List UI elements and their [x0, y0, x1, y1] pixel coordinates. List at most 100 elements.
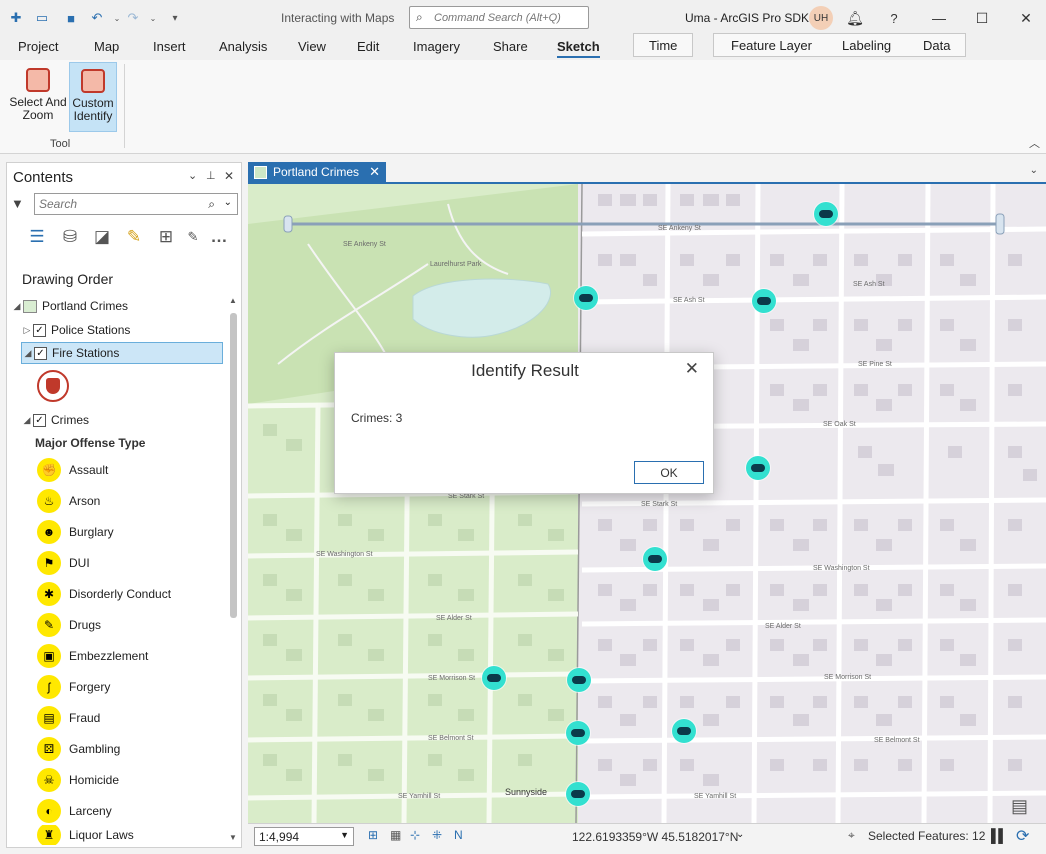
tab-data[interactable]: Data: [923, 38, 950, 53]
scroll-up-icon[interactable]: ▲: [229, 296, 237, 305]
crime-marker[interactable]: [746, 456, 770, 480]
tab-feature-layer[interactable]: Feature Layer: [731, 38, 812, 53]
undo-icon[interactable]: ↶: [88, 9, 106, 27]
list-by-editing-icon[interactable]: ✎: [122, 225, 146, 249]
constraints-icon[interactable]: ⁜: [432, 828, 442, 842]
legend-label: Disorderly Conduct: [69, 587, 172, 601]
tab-labeling[interactable]: Labeling: [842, 38, 891, 53]
custom-identify-button[interactable]: Custom Identify: [69, 62, 117, 132]
selection-icon[interactable]: ⌖: [848, 828, 855, 843]
custom-identify-label: Custom Identify: [72, 96, 114, 123]
chevron-down-icon[interactable]: ⌄: [224, 197, 232, 208]
chevron-down-icon[interactable]: ⌄: [736, 829, 744, 840]
street-label: SE Washington St: [813, 565, 870, 572]
scroll-down-icon[interactable]: ▼: [229, 833, 237, 842]
save-icon[interactable]: ■: [62, 9, 80, 27]
command-search-input[interactable]: ⌕ Command Search (Alt+Q): [409, 6, 589, 29]
tree-item-fire-stations[interactable]: ◢ ✓ Fire Stations: [21, 342, 223, 364]
filter-icon[interactable]: ▼: [11, 196, 24, 211]
layer-visibility-checkbox[interactable]: ✓: [33, 323, 46, 337]
car-icon: [487, 674, 501, 682]
chevron-down-icon[interactable]: ⌄: [1030, 165, 1038, 176]
pane-options-icon[interactable]: ⌄: [188, 169, 197, 182]
collapse-ribbon-icon[interactable]: ︿: [1029, 135, 1040, 151]
contents-search-input[interactable]: ⌕ ⌄: [34, 193, 238, 215]
crime-marker[interactable]: [566, 721, 590, 745]
crime-marker[interactable]: [643, 547, 667, 571]
selected-features-count[interactable]: Selected Features: 12: [868, 829, 985, 843]
customize-toolbar-icon[interactable]: ▾: [166, 9, 184, 27]
list-by-source-icon[interactable]: ⛁: [58, 225, 82, 249]
close-icon[interactable]: ✕: [1016, 8, 1036, 28]
tree-item-crimes[interactable]: ◢ ✓ Crimes: [21, 409, 239, 431]
crime-marker[interactable]: [752, 289, 776, 313]
tab-map[interactable]: Map: [94, 39, 119, 54]
crime-marker[interactable]: [567, 668, 591, 692]
map-icon: [23, 299, 37, 313]
minimize-icon[interactable]: —: [929, 8, 949, 28]
pin-icon[interactable]: ⊥: [206, 169, 216, 182]
expand-icon[interactable]: ▷: [21, 325, 33, 336]
search-icon: ⌕: [208, 197, 215, 211]
scale-dropdown[interactable]: 1:4,994 ▼: [254, 827, 354, 846]
new-project-icon[interactable]: ✚: [7, 9, 25, 27]
crime-marker[interactable]: [814, 202, 838, 226]
legend-label: Homicide: [69, 773, 120, 787]
fixed-zoom-icon[interactable]: ⊞: [368, 828, 378, 842]
north-arrow-icon[interactable]: N: [454, 828, 463, 842]
crime-marker[interactable]: [672, 719, 696, 743]
tool-icon: [26, 68, 50, 92]
close-icon[interactable]: ✕: [685, 359, 699, 379]
pause-drawing-button[interactable]: ▌▌: [991, 828, 1007, 843]
tab-sketch[interactable]: Sketch: [557, 39, 600, 58]
snapping-icon[interactable]: ⊹: [410, 828, 420, 842]
redo-dropdown-icon[interactable]: ⌄: [144, 9, 162, 27]
crime-marker[interactable]: [566, 782, 590, 806]
legend-label: Assault: [69, 463, 109, 477]
notifications-icon[interactable]: 🔔︎: [845, 8, 865, 28]
tab-portland-crimes-map[interactable]: Portland Crimes ✕: [248, 162, 386, 182]
scrollbar-thumb[interactable]: [230, 313, 237, 618]
list-by-selection-icon[interactable]: ◪: [90, 225, 114, 249]
tab-view[interactable]: View: [298, 39, 326, 54]
crime-marker[interactable]: [482, 666, 506, 690]
tab-project[interactable]: Project: [18, 39, 58, 54]
tab-share[interactable]: Share: [493, 39, 528, 54]
tab-time[interactable]: Time: [649, 38, 677, 53]
maximize-icon[interactable]: ☐: [972, 8, 992, 28]
close-tab-icon[interactable]: ✕: [369, 164, 380, 180]
collapse-icon[interactable]: ◢: [21, 415, 33, 426]
chevron-down-icon[interactable]: ▼: [340, 830, 349, 840]
close-pane-icon[interactable]: ✕: [224, 169, 234, 183]
dui-icon: [819, 210, 833, 218]
list-by-drawing-order-icon[interactable]: ☰: [25, 225, 49, 249]
crime-marker[interactable]: [574, 286, 598, 310]
tree-item-portland-crimes[interactable]: ◢ Portland Crimes: [11, 295, 229, 317]
avatar[interactable]: UH: [809, 6, 833, 30]
tree-item-police-stations[interactable]: ▷ ✓ Police Stations: [21, 319, 239, 341]
refresh-icon[interactable]: ⟳: [1016, 826, 1029, 846]
tab-imagery[interactable]: Imagery: [413, 39, 460, 54]
contents-search-field[interactable]: [39, 194, 199, 214]
help-icon[interactable]: ?: [884, 8, 904, 28]
street-label: SE Alder St: [436, 615, 472, 622]
list-by-snapping-icon[interactable]: ⊞: [154, 225, 178, 249]
larceny-icon: [571, 729, 585, 737]
tab-insert[interactable]: Insert: [153, 39, 186, 54]
open-folder-icon[interactable]: ▭: [33, 9, 51, 27]
layer-visibility-checkbox[interactable]: ✓: [34, 346, 47, 360]
more-options-icon[interactable]: …: [207, 225, 231, 249]
grid-icon[interactable]: ▦: [390, 828, 401, 842]
map-tab-bar: Portland Crimes ✕ ⌄: [248, 162, 1046, 182]
tab-analysis[interactable]: Analysis: [219, 39, 267, 54]
select-and-zoom-button[interactable]: Select And Zoom: [9, 62, 67, 132]
collapse-icon[interactable]: ◢: [11, 301, 23, 312]
notification-panel-icon[interactable]: ▤: [1011, 796, 1028, 817]
tab-edit[interactable]: Edit: [357, 39, 379, 54]
collapse-icon[interactable]: ◢: [22, 348, 34, 359]
ok-button[interactable]: OK: [634, 461, 704, 484]
redo-icon[interactable]: ↷: [124, 9, 142, 27]
map-view[interactable]: SE Ankeny St SE Ankeny St SE Ash St SE A…: [248, 184, 1046, 823]
layer-visibility-checkbox[interactable]: ✓: [33, 413, 46, 427]
list-by-labeling-icon[interactable]: ✎: [181, 225, 205, 249]
